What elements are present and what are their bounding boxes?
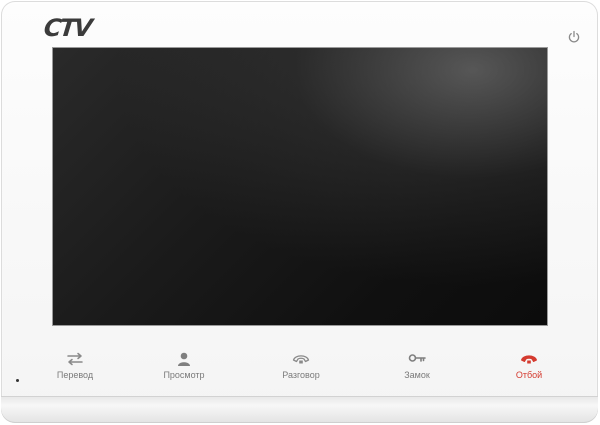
transfer-button-label: Перевод <box>56 370 94 380</box>
bottom-bezel <box>1 396 598 423</box>
power-icon[interactable] <box>567 30 581 44</box>
person-icon <box>178 352 190 366</box>
monitor-button[interactable]: Просмотр <box>144 352 224 382</box>
key-icon <box>408 354 426 362</box>
transfer-button[interactable]: Перевод <box>35 352 115 382</box>
lock-button-label: Замок <box>404 370 430 380</box>
talk-button-label: Разговор <box>282 370 320 380</box>
hangup-phone-icon <box>521 355 537 364</box>
video-screen <box>53 48 547 325</box>
lock-button[interactable]: Замок <box>377 352 457 382</box>
hangup-button[interactable]: Отбой <box>489 352 569 382</box>
microphone-hole <box>16 379 19 382</box>
monitor-button-label: Просмотр <box>163 370 205 380</box>
phone-handset-icon <box>292 355 310 364</box>
transfer-arrows-icon <box>67 352 83 366</box>
brand-logo: CTV <box>42 14 93 42</box>
hangup-button-label: Отбой <box>515 370 543 380</box>
talk-button[interactable]: Разговор <box>261 352 341 382</box>
